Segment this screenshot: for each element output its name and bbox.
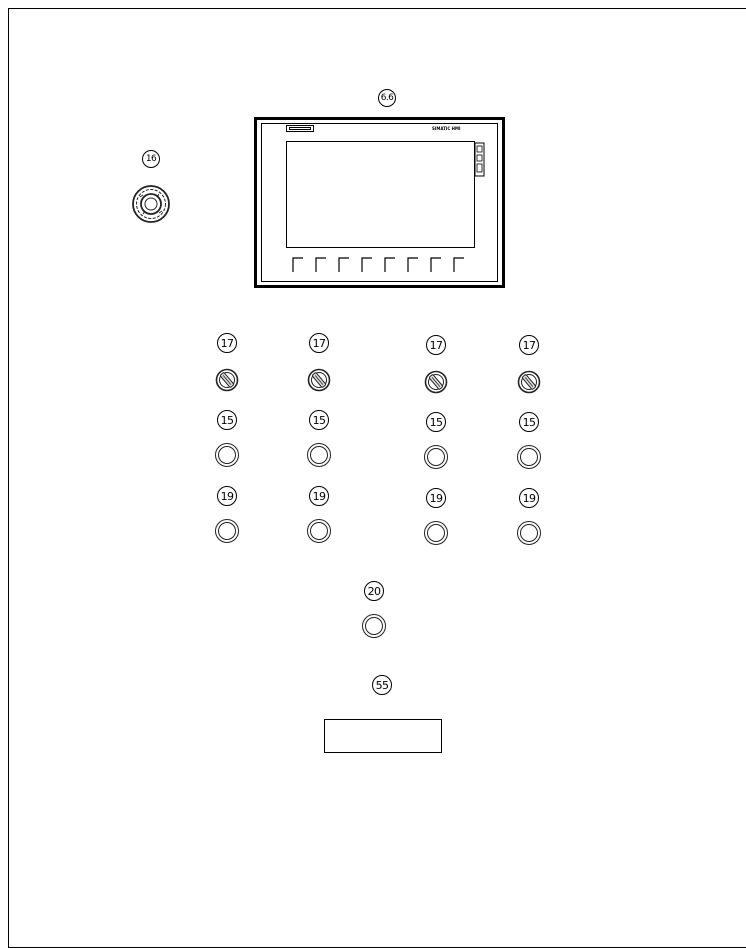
indicator-lamp bbox=[517, 445, 541, 469]
button-callout: 19 bbox=[309, 486, 329, 506]
emergency-stop-icon[interactable] bbox=[131, 184, 171, 224]
button-callout: 19 bbox=[217, 486, 237, 506]
indicator-lamp bbox=[307, 443, 331, 467]
hmi-side-connector-icon bbox=[474, 142, 485, 177]
selector-switch-icon[interactable] bbox=[215, 368, 239, 392]
selector-switch-icon[interactable] bbox=[307, 368, 331, 392]
selector-callout: 17 bbox=[217, 333, 237, 353]
hmi-screen[interactable] bbox=[286, 141, 475, 248]
selector-callout: 17 bbox=[309, 333, 329, 353]
hmi-callout: 6.6 bbox=[378, 89, 396, 107]
push-button[interactable] bbox=[517, 521, 541, 545]
push-button[interactable] bbox=[215, 519, 239, 543]
selector-callout: 17 bbox=[426, 335, 446, 355]
center-button-callout: 20 bbox=[364, 581, 384, 601]
lamp-callout: 15 bbox=[217, 410, 237, 430]
label-plate bbox=[324, 719, 442, 753]
selector-switch-icon[interactable] bbox=[424, 370, 448, 394]
hmi-brand-text: SIMATIC HMI bbox=[432, 126, 461, 131]
lamp-callout: 15 bbox=[309, 410, 329, 430]
button-callout: 19 bbox=[426, 488, 446, 508]
hmi-softkeys[interactable] bbox=[291, 254, 475, 274]
selector-switch-icon[interactable] bbox=[517, 370, 541, 394]
lamp-callout: 15 bbox=[426, 412, 446, 432]
center-push-button[interactable] bbox=[362, 614, 386, 638]
push-button[interactable] bbox=[424, 521, 448, 545]
lamp-callout: 15 bbox=[519, 412, 539, 432]
estop-callout: 16 bbox=[142, 150, 160, 168]
push-button[interactable] bbox=[307, 519, 331, 543]
label-plate-callout: 55 bbox=[372, 675, 392, 695]
indicator-lamp bbox=[215, 443, 239, 467]
button-callout: 19 bbox=[519, 488, 539, 508]
hmi-logo bbox=[286, 125, 314, 132]
indicator-lamp bbox=[424, 445, 448, 469]
selector-callout: 17 bbox=[519, 335, 539, 355]
